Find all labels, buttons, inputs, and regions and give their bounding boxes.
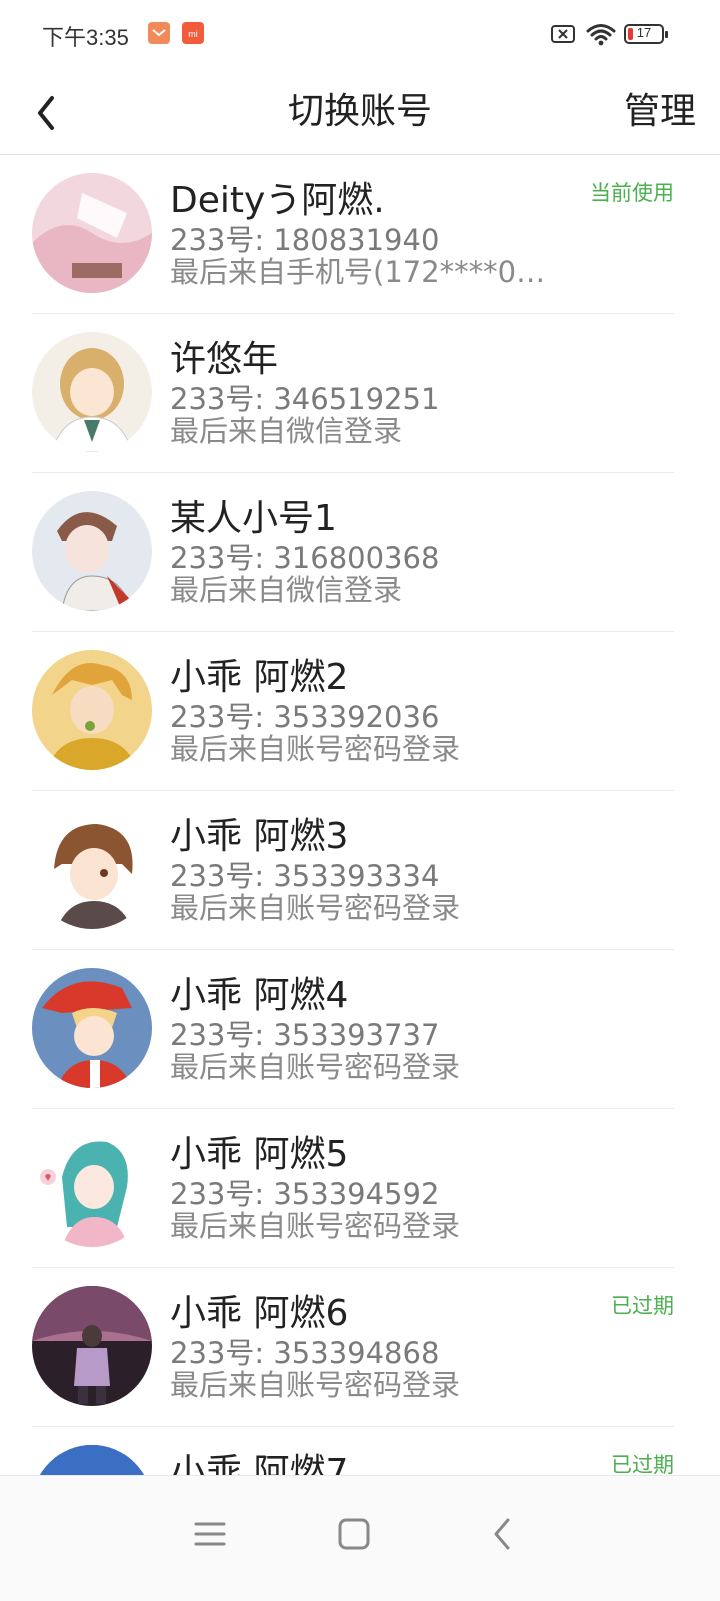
account-item[interactable]: 小乖 阿燃6 233号: 353394868 最后来自账号密码登录 已过期: [32, 1268, 674, 1427]
account-id: 233号: 353394868: [170, 1336, 440, 1370]
home-icon: [338, 1518, 370, 1550]
mi-icon: mi: [182, 22, 204, 44]
avatar: [32, 491, 152, 611]
notification-app-icon: [148, 22, 170, 44]
avatar: [32, 332, 152, 452]
system-navigation-bar: [0, 1475, 720, 1601]
account-id: 233号: 180831940: [170, 223, 440, 257]
account-item[interactable]: 小乖.阿燃7 已过期: [32, 1427, 674, 1475]
avatar: [32, 809, 152, 929]
status-badge: 已过期: [611, 1453, 674, 1475]
back-icon: [494, 1518, 510, 1550]
battery-level: 17: [636, 25, 652, 40]
account-login-method: 最后来自微信登录: [170, 573, 403, 607]
account-name: 小乖 阿燃2: [170, 657, 349, 698]
account-item[interactable]: 小乖 阿燃3 233号: 353393334 最后来自账号密码登录: [32, 791, 674, 950]
account-name: 小乖 阿燃5: [170, 1134, 349, 1175]
status-badge: 当前使用: [590, 181, 674, 205]
account-id: 233号: 353394592: [170, 1177, 440, 1211]
status-badge: 已过期: [611, 1294, 674, 1318]
page-title: 切换账号: [287, 91, 432, 132]
account-login-method: 最后来自手机号(172****0…: [170, 255, 546, 289]
account-list: Deityう阿燃. 233号: 180831940 最后来自手机号(172***…: [0, 155, 720, 1475]
account-login-method: 最后来自微信登录: [170, 414, 403, 448]
account-name: 小乖 阿燃6: [170, 1293, 349, 1334]
home-button[interactable]: [324, 1504, 384, 1564]
header: 切换账号 管理: [0, 70, 720, 155]
account-item[interactable]: Deityう阿燃. 233号: 180831940 最后来自手机号(172***…: [32, 155, 674, 314]
account-name: Deityう阿燃.: [170, 180, 385, 221]
status-bar: 下午3:35 mi 17: [0, 0, 720, 70]
battery-icon: 17: [624, 24, 668, 44]
account-item[interactable]: 小乖 阿燃5 233号: 353394592 最后来自账号密码登录: [32, 1109, 674, 1268]
account-login-method: 最后来自账号密码登录: [170, 1368, 461, 1402]
account-name: 小乖 阿燃4: [170, 975, 349, 1016]
account-id: 233号: 353393334: [170, 859, 440, 893]
account-item[interactable]: 某人小号1 233号: 316800368 最后来自微信登录: [32, 473, 674, 632]
avatar: [32, 650, 152, 770]
avatar: [32, 173, 152, 293]
avatar: [32, 968, 152, 1088]
avatar: [32, 1286, 152, 1406]
avatar: [32, 1127, 152, 1247]
account-login-method: 最后来自账号密码登录: [170, 1050, 461, 1084]
account-name: 某人小号1: [170, 498, 337, 539]
account-login-method: 最后来自账号密码登录: [170, 1209, 461, 1243]
system-back-button[interactable]: [474, 1504, 534, 1564]
wifi-icon: [586, 22, 616, 50]
account-id: 233号: 346519251: [170, 382, 440, 416]
account-name: 许悠年: [170, 339, 279, 380]
account-name: 小乖 阿燃3: [170, 816, 349, 857]
account-id: 233号: 353393737: [170, 1018, 440, 1052]
account-id: 233号: 353392036: [170, 700, 440, 734]
menu-icon: [194, 1522, 226, 1546]
svg-text:mi: mi: [188, 29, 198, 39]
account-login-method: 最后来自账号密码登录: [170, 732, 461, 766]
account-login-method: 最后来自账号密码登录: [170, 891, 461, 925]
account-name: 小乖.阿燃7: [170, 1452, 349, 1475]
avatar: [32, 1445, 152, 1475]
manage-button[interactable]: 管理: [624, 82, 696, 142]
account-item[interactable]: 小乖 阿燃4 233号: 353393737 最后来自账号密码登录: [32, 950, 674, 1109]
sim-off-icon: [550, 24, 576, 48]
account-id: 233号: 316800368: [170, 541, 440, 575]
account-item[interactable]: 许悠年 233号: 346519251 最后来自微信登录: [32, 314, 674, 473]
account-item[interactable]: 小乖 阿燃2 233号: 353392036 最后来自账号密码登录: [32, 632, 674, 791]
menu-button[interactable]: [180, 1504, 240, 1564]
status-time: 下午3:35: [42, 25, 129, 50]
